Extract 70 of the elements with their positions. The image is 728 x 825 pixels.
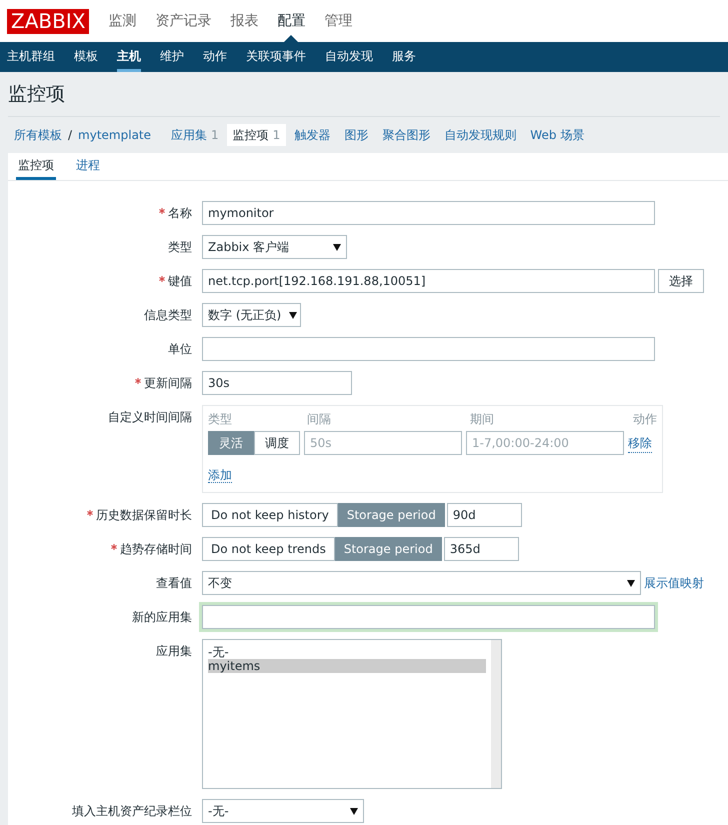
- sub-menu-item[interactable]: 主机群组: [7, 42, 55, 72]
- input-field[interactable]: 90d: [446, 503, 522, 527]
- remove-link[interactable]: 移除: [628, 434, 652, 452]
- form-tab[interactable]: 监控项: [16, 153, 56, 180]
- column-header: 期间: [470, 411, 495, 428]
- caret-icon: [627, 580, 635, 586]
- list-option[interactable]: -无-: [208, 645, 486, 659]
- main-menu-item[interactable]: 管理: [324, 10, 352, 32]
- field-label: 历史数据保留时长: [96, 507, 192, 524]
- field-label: 趋势存储时间: [120, 541, 192, 558]
- field-label: 类型: [168, 239, 192, 256]
- object-tab[interactable]: Web 场景: [524, 124, 590, 146]
- sub-menu-item[interactable]: 自动发现: [325, 42, 373, 72]
- form-tab[interactable]: 进程: [74, 153, 102, 180]
- dropdown[interactable]: Zabbix 客户端: [202, 235, 347, 259]
- object-tab[interactable]: 监控项 1: [226, 124, 286, 146]
- list-option[interactable]: myitems: [208, 659, 486, 673]
- object-tab[interactable]: 图形: [338, 124, 374, 146]
- field-label: 信息类型: [144, 307, 192, 324]
- input-field[interactable]: mymonitor: [202, 201, 655, 225]
- sub-menu-item[interactable]: 主机: [117, 42, 141, 72]
- object-tab[interactable]: 应用集 1: [165, 124, 225, 146]
- main-menu-item[interactable]: 资产记录: [155, 10, 212, 32]
- caret-icon: [289, 312, 298, 318]
- field-label: 键值: [168, 273, 192, 290]
- input-field[interactable]: 30s: [202, 371, 352, 395]
- value-mapping-link[interactable]: 展示值映射: [644, 574, 704, 592]
- input-field[interactable]: 365d: [444, 537, 519, 561]
- sub-menu-item[interactable]: 维护: [160, 42, 184, 72]
- object-tab[interactable]: 自动发现规则: [438, 124, 522, 146]
- field-label: 应用集: [156, 643, 192, 660]
- sub-menu-item[interactable]: 模板: [74, 42, 98, 72]
- add-link[interactable]: 添加: [208, 468, 232, 483]
- sub-menu-item[interactable]: 关联项事件: [246, 42, 306, 72]
- input-field[interactable]: [202, 337, 655, 361]
- toggle-option[interactable]: 调度: [254, 431, 300, 455]
- caret-icon: [333, 244, 341, 250]
- field-label: 填入主机资产纪录栏位: [72, 803, 192, 820]
- toggle-option[interactable]: Do not keep trends: [202, 537, 335, 561]
- input-field[interactable]: [202, 605, 655, 629]
- column-header: 动作: [633, 411, 657, 428]
- dropdown[interactable]: 不变: [202, 571, 641, 595]
- field-label: 更新间隔: [144, 375, 192, 392]
- field-label: 新的应用集: [132, 609, 192, 626]
- scrollbar[interactable]: [491, 640, 501, 788]
- column-header: 类型: [208, 411, 233, 428]
- page-title: 监控项: [8, 72, 720, 117]
- field-label: 单位: [168, 341, 192, 358]
- sub-menu-item[interactable]: 服务: [392, 42, 416, 72]
- object-tab[interactable]: 聚合图形: [376, 124, 436, 146]
- sub-menu-item[interactable]: 动作: [203, 42, 227, 72]
- breadcrumb-separator: /: [68, 127, 72, 144]
- field-label: 查看值: [156, 575, 192, 592]
- object-tab[interactable]: 触发器: [288, 124, 336, 146]
- main-menu-item[interactable]: 监测: [108, 10, 136, 32]
- logo[interactable]: ZABBIX: [7, 8, 90, 34]
- field-label: 名称: [168, 205, 192, 222]
- application-list[interactable]: -无- myitems: [202, 639, 502, 789]
- main-menu-item[interactable]: 配置: [277, 10, 306, 32]
- dropdown[interactable]: 数字 (无正负): [202, 303, 301, 327]
- input-field[interactable]: net.tcp.port[192.168.191.88,10051]: [202, 269, 655, 293]
- main-menu-item[interactable]: 报表: [230, 10, 258, 32]
- select-button[interactable]: 选择: [658, 269, 704, 293]
- breadcrumb-link[interactable]: mytemplate: [78, 126, 152, 144]
- breadcrumb-link[interactable]: 所有模板: [14, 126, 62, 144]
- column-header: 间隔: [307, 411, 332, 428]
- caret-icon: [350, 808, 358, 814]
- field-label: 自定义时间间隔: [108, 409, 192, 426]
- toggle-option[interactable]: Do not keep history: [202, 503, 338, 527]
- dropdown[interactable]: -无-: [202, 799, 364, 823]
